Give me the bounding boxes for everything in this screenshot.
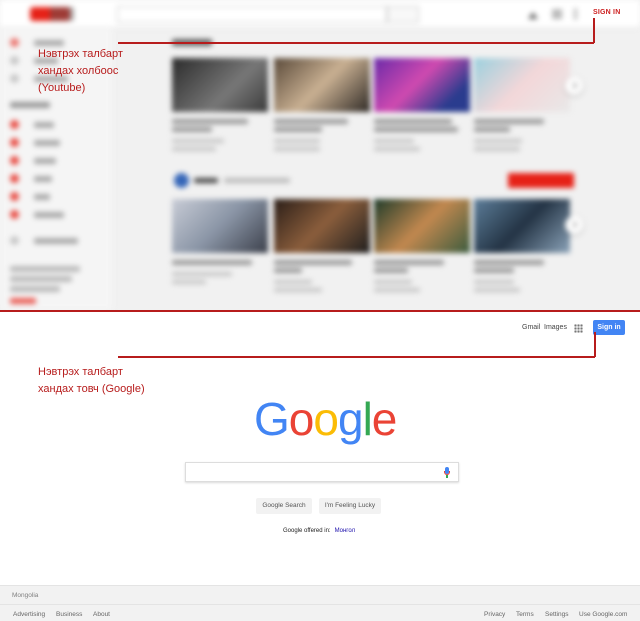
apps-grid-icon[interactable] xyxy=(552,9,562,19)
youtube-signin-link[interactable]: SIGN IN xyxy=(593,9,620,16)
footer-link-privacy[interactable]: Privacy xyxy=(484,611,505,618)
annotation-line-1: Нэвтрэх талбарт xyxy=(38,48,123,60)
microphone-icon[interactable] xyxy=(444,467,450,478)
youtube-search-input[interactable] xyxy=(117,6,387,23)
more-vertical-icon[interactable] xyxy=(574,8,577,20)
gmail-link[interactable]: Gmail xyxy=(522,324,540,331)
annotation-connector-line xyxy=(118,42,594,44)
google-apps-icon[interactable] xyxy=(574,324,583,333)
offered-in: Google offered in: Монгол xyxy=(283,528,355,534)
video-thumbnail[interactable] xyxy=(474,58,570,112)
logo-letter: o xyxy=(288,393,315,445)
footer-link-settings[interactable]: Settings xyxy=(545,611,569,618)
footer-link-use-google-com[interactable]: Use Google.com xyxy=(579,611,627,618)
youtube-logo-wordmark xyxy=(50,7,74,21)
annotation-line-3: (Youtube) xyxy=(38,82,86,94)
footer-link-business[interactable]: Business xyxy=(56,611,82,618)
annotation-connector-line xyxy=(593,18,595,43)
google-search-input[interactable] xyxy=(185,462,459,482)
youtube-feed xyxy=(112,28,640,310)
video-thumbnail[interactable] xyxy=(374,199,470,253)
channel-avatar[interactable] xyxy=(174,173,189,188)
video-thumbnail[interactable] xyxy=(172,58,268,112)
annotation-line-1: Нэвтрэх талбарт xyxy=(38,366,123,378)
footer-divider xyxy=(0,604,640,605)
logo-letter: o xyxy=(313,393,339,445)
video-thumbnail[interactable] xyxy=(374,58,470,112)
language-link[interactable]: Монгол xyxy=(335,528,355,534)
channel-subtitle xyxy=(224,178,290,183)
youtube-topbar xyxy=(0,0,640,28)
shelf-next-button[interactable] xyxy=(565,77,583,95)
google-signin-button[interactable]: Sign in xyxy=(593,320,625,335)
footer-link-advertising[interactable]: Advertising xyxy=(13,611,45,618)
footer-country: Mongolia xyxy=(12,592,39,599)
annotation-google: Нэвтрэх талбарт хандах товч (Google) xyxy=(38,364,145,398)
footer-link-terms[interactable]: Terms xyxy=(516,611,534,618)
logo-letter: g xyxy=(337,393,364,445)
logo-letter: l xyxy=(362,393,373,445)
images-link[interactable]: Images xyxy=(544,324,567,331)
youtube-search-button[interactable] xyxy=(387,6,419,23)
subscribe-button[interactable] xyxy=(508,173,574,188)
google-logo: Google xyxy=(254,393,398,445)
annotation-line-2: хандах товч (Google) xyxy=(38,383,145,395)
channel-name[interactable] xyxy=(194,178,218,183)
composite-screenshot: SIGN IN Gmail Images Sign in Google Goog… xyxy=(0,0,640,621)
feeling-lucky-button[interactable]: I'm Feeling Lucky xyxy=(319,498,381,514)
shelf-next-button[interactable] xyxy=(565,216,583,234)
video-thumbnail[interactable] xyxy=(474,199,570,253)
video-thumbnail[interactable] xyxy=(172,199,268,253)
video-thumbnail[interactable] xyxy=(274,199,370,253)
annotation-connector-line xyxy=(118,356,595,358)
footer-link-about[interactable]: About xyxy=(93,611,110,618)
video-thumbnail[interactable] xyxy=(274,58,370,112)
google-search-button[interactable]: Google Search xyxy=(256,498,312,514)
upload-icon[interactable] xyxy=(528,9,538,19)
annotation-line-2: хандах холбоос xyxy=(38,65,119,77)
google-footer: Mongolia Advertising Business About Priv… xyxy=(0,585,640,621)
logo-letter: e xyxy=(371,393,398,445)
annotation-connector-line xyxy=(594,332,596,357)
annotation-youtube: Нэвтрэх талбарт хандах холбоос (Youtube) xyxy=(38,46,123,97)
logo-letter: G xyxy=(254,393,290,445)
offered-in-label: Google offered in: xyxy=(283,528,331,534)
